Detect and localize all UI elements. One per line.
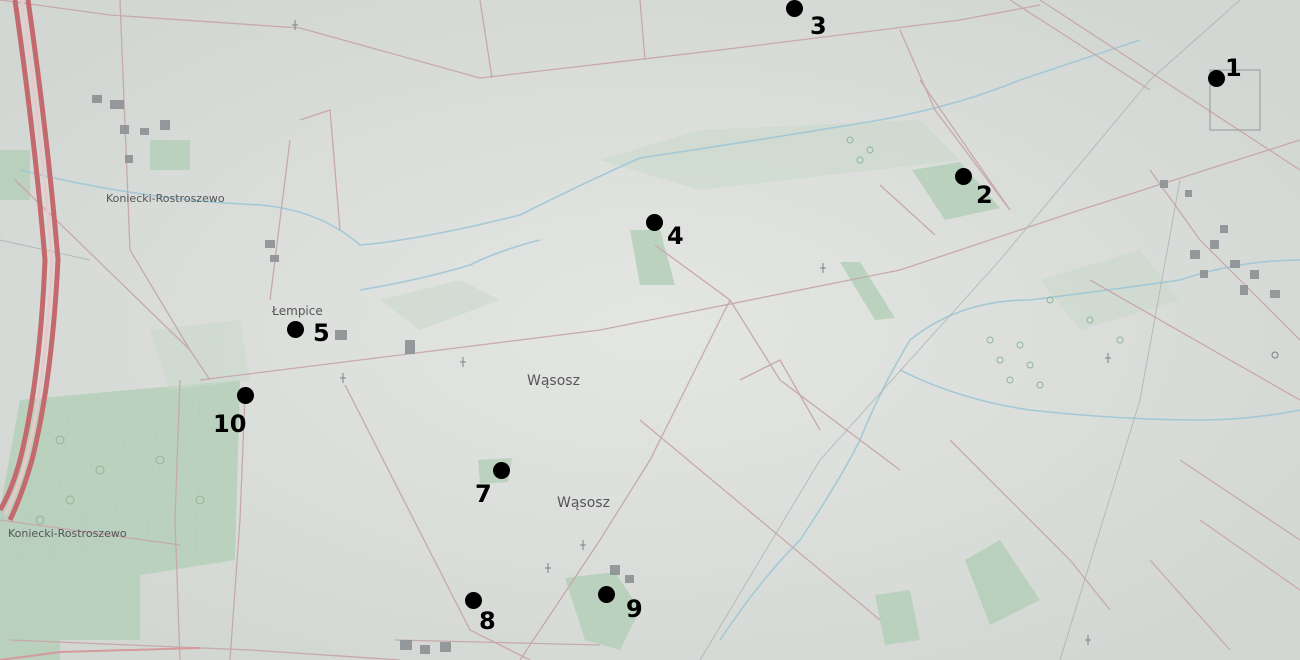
- site-label-1: 1: [1225, 54, 1242, 82]
- site-label-10: 10: [213, 410, 247, 438]
- site-marker-4[interactable]: [646, 214, 663, 231]
- site-marker-2[interactable]: [955, 168, 972, 185]
- map-viewport[interactable]: Koniecki-Rostroszewo Koniecki-Rostroszew…: [0, 0, 1300, 660]
- site-label-9: 9: [626, 595, 643, 623]
- site-marker-3[interactable]: [786, 0, 803, 17]
- place-label-koniecki-top: Koniecki-Rostroszewo: [106, 192, 225, 205]
- site-label-8: 8: [479, 607, 496, 635]
- site-marker-1[interactable]: [1208, 70, 1225, 87]
- site-marker-5[interactable]: [287, 321, 304, 338]
- site-marker-10[interactable]: [237, 387, 254, 404]
- place-label-lempice: Łempice: [272, 304, 323, 318]
- place-label-wasosz-south: Wąsosz: [557, 495, 610, 511]
- site-label-5: 5: [313, 319, 330, 347]
- site-label-3: 3: [810, 12, 827, 40]
- site-marker-7[interactable]: [493, 462, 510, 479]
- site-label-2: 2: [976, 181, 993, 209]
- place-label-wasosz-center: Wąsosz: [527, 373, 580, 389]
- map-terrain: [0, 0, 1300, 660]
- site-marker-9[interactable]: [598, 586, 615, 603]
- place-label-koniecki-bottom: Koniecki-Rostroszewo: [8, 527, 127, 540]
- site-label-7: 7: [475, 480, 492, 508]
- site-label-4: 4: [667, 222, 684, 250]
